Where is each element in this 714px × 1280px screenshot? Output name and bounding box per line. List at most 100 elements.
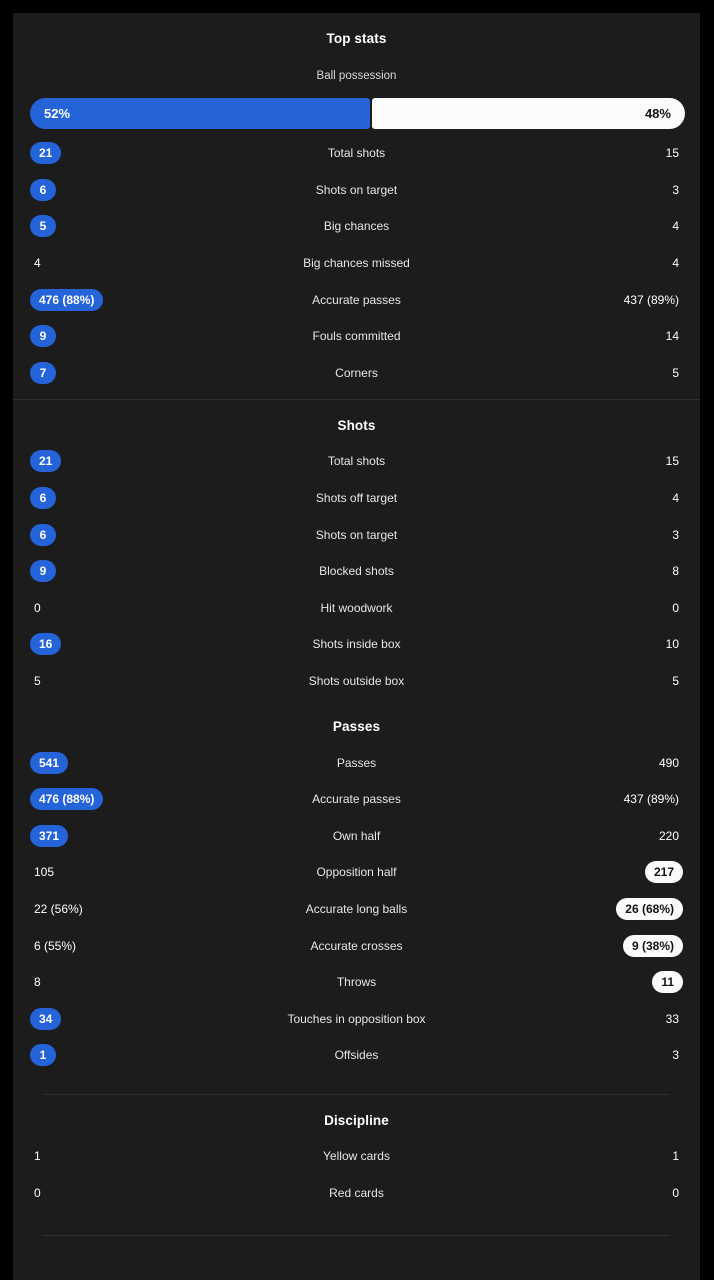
- stat-label: Yellow cards: [323, 1148, 390, 1163]
- stat-rows: 541 Passes 490 476 (88%) Accurate passes 437 …: [13, 738, 700, 1075]
- away-value: 4: [672, 219, 679, 234]
- away-value: 15: [665, 146, 679, 161]
- home-value: 9: [30, 560, 56, 583]
- away-value: 0: [672, 1185, 679, 1200]
- home-value: 6: [30, 178, 56, 201]
- home-value-cell: 541: [30, 751, 180, 774]
- away-value: 437 (89%): [623, 792, 679, 807]
- stat-label: Total shots: [327, 146, 386, 161]
- table-row: 9 Blocked shots 8: [13, 553, 700, 590]
- home-value-cell: 105: [30, 866, 180, 878]
- table-row: 34 Touches in opposition box 33: [13, 1000, 700, 1037]
- home-value: 34: [30, 1007, 62, 1030]
- stat-label: Accurate passes: [312, 292, 401, 307]
- table-row: 4 Big chances missed 4: [13, 245, 700, 282]
- home-value-cell: 476 (88%): [30, 788, 180, 811]
- away-value: 10: [665, 637, 679, 652]
- stat-label: Shots outside box: [308, 674, 405, 689]
- home-value-cell: 9: [30, 325, 180, 348]
- away-value-cell: 3: [533, 1049, 683, 1061]
- away-value-cell: 8: [533, 565, 683, 577]
- home-value-cell: 6: [30, 178, 180, 201]
- home-value-cell: 8: [30, 976, 180, 988]
- stat-label: Accurate crosses: [310, 938, 403, 953]
- away-value-cell: 1: [533, 1150, 683, 1162]
- home-value-cell: 1: [30, 1150, 180, 1162]
- home-value: 6 (55%): [34, 938, 77, 953]
- section-title: Top stats: [326, 31, 387, 46]
- stat-label: Shots inside box: [312, 637, 401, 652]
- away-value-cell: 4: [533, 220, 683, 232]
- table-row: 0 Hit woodwork 0: [13, 590, 700, 627]
- home-value-cell: 6: [30, 523, 180, 546]
- home-value-cell: 0: [30, 1187, 180, 1199]
- table-row: 6 Shots on target 3: [13, 172, 700, 209]
- away-value: 3: [672, 1048, 679, 1063]
- home-value: 1: [30, 1044, 56, 1067]
- home-value: 1: [34, 1148, 41, 1163]
- away-value: 3: [672, 527, 679, 542]
- table-row: 21 Total shots 15: [13, 443, 700, 480]
- possession-bar: 52% 48%: [30, 98, 685, 129]
- home-value: 4: [34, 256, 41, 271]
- away-value-cell: 437 (89%): [533, 793, 683, 805]
- stat-rows: 1 Yellow cards 1 0 Red cards 0: [13, 1132, 700, 1213]
- away-value: 220: [658, 828, 679, 843]
- away-value-cell: 0: [533, 602, 683, 614]
- away-value-cell: 5: [533, 367, 683, 379]
- stat-label: Throws: [336, 975, 377, 990]
- away-value: 217: [644, 861, 683, 884]
- table-row: 16 Shots inside box 10: [13, 626, 700, 663]
- away-value: 26 (68%): [616, 897, 683, 920]
- stat-label: Hit woodwork: [320, 600, 393, 615]
- home-value-cell: 9: [30, 560, 180, 583]
- stats-section-discipline: Discipline 1 Yellow cards 1 0 Red cards 0: [13, 1095, 700, 1236]
- table-row: 1 Offsides 3: [13, 1037, 700, 1074]
- home-value: 7: [30, 361, 56, 384]
- stat-rows: 21 Total shots 15 6 Shots on target 3 5 Big cha…: [13, 129, 700, 393]
- home-value-cell: 1: [30, 1044, 180, 1067]
- table-row: 5 Big chances 4: [13, 208, 700, 245]
- home-value-cell: 7: [30, 361, 180, 384]
- stat-label: Big chances: [323, 219, 390, 234]
- home-value: 476 (88%): [30, 288, 104, 311]
- away-value-cell: 9 (38%): [533, 934, 683, 957]
- stat-label: Opposition half: [316, 865, 397, 880]
- table-row: 5 Shots outside box 5: [13, 663, 700, 700]
- section-title: Shots: [337, 418, 376, 434]
- home-value-cell: 0: [30, 602, 180, 614]
- stat-label: Total shots: [327, 454, 386, 469]
- home-value-cell: 476 (88%): [30, 288, 180, 311]
- table-row: 1 Yellow cards 1: [13, 1138, 700, 1175]
- home-value: 371: [30, 824, 69, 847]
- table-row: 476 (88%) Accurate passes 437 (89%): [13, 281, 700, 318]
- away-value: 437 (89%): [623, 292, 679, 307]
- home-value-cell: 22 (56%): [30, 903, 180, 915]
- home-value: 5: [34, 674, 41, 689]
- away-value: 5: [672, 674, 679, 689]
- stat-label: Touches in opposition box: [287, 1011, 426, 1026]
- away-value-cell: 0: [533, 1187, 683, 1199]
- home-value: 16: [30, 633, 62, 656]
- stat-label: Big chances missed: [303, 256, 410, 271]
- match-statistics-panel: Top stats Ball possession 52% 48% 21 Total sh…: [13, 13, 700, 1280]
- home-value-cell: 16: [30, 633, 180, 656]
- away-value: 4: [672, 491, 679, 506]
- home-value: 22 (56%): [34, 901, 83, 916]
- away-value-cell: 490: [533, 757, 683, 769]
- away-value-cell: 3: [533, 529, 683, 541]
- section-divider: [43, 1234, 670, 1236]
- away-value: 4: [672, 256, 679, 271]
- home-value: 6: [30, 487, 56, 510]
- home-value-cell: 6 (55%): [30, 940, 180, 952]
- stat-label: Passes: [336, 755, 377, 770]
- table-row: 6 Shots on target 3: [13, 516, 700, 553]
- away-value-cell: 14: [533, 330, 683, 342]
- table-row: 7 Corners 5: [13, 355, 700, 392]
- away-value-cell: 4: [533, 257, 683, 269]
- away-value-cell: 10: [533, 638, 683, 650]
- home-value: 105: [34, 865, 55, 880]
- away-value: 14: [665, 329, 679, 344]
- stat-label: Fouls committed: [312, 329, 401, 344]
- away-value: 5: [672, 365, 679, 380]
